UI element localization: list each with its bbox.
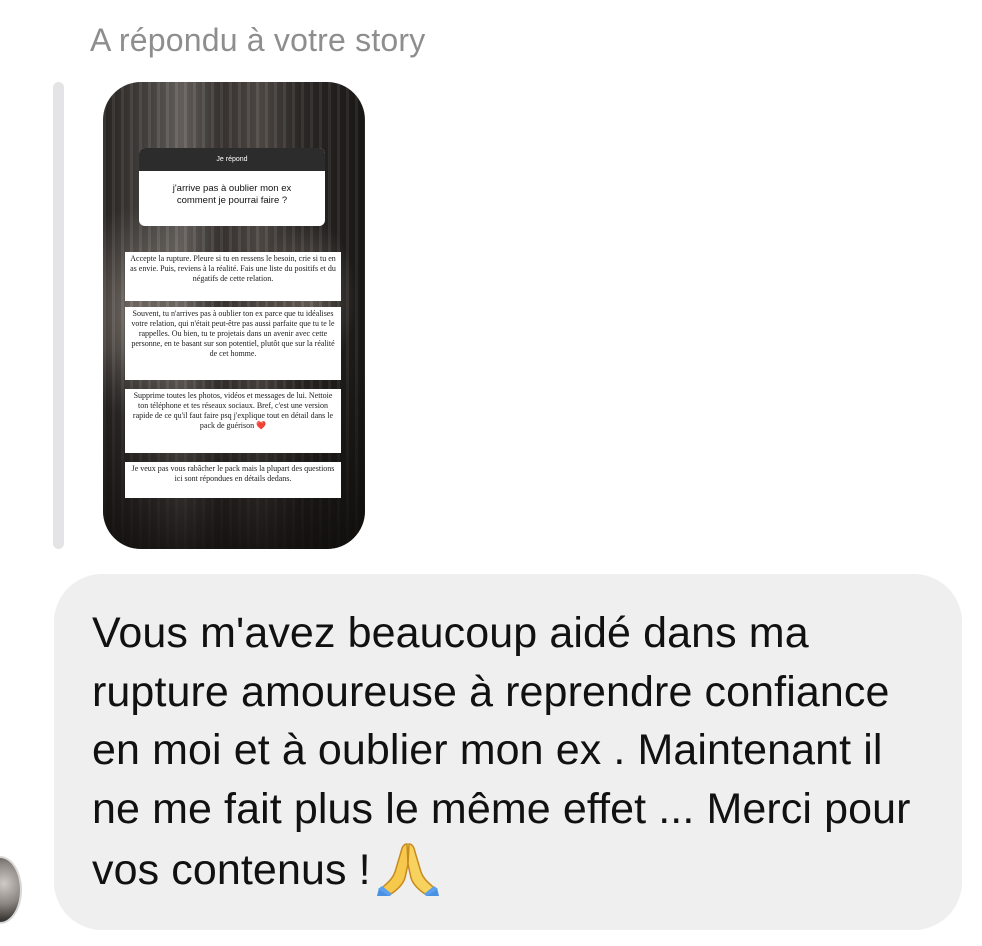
story-text-block: Je veux pas vous rabâcher le pack mais l… — [125, 462, 341, 498]
story-text-block-body: Supprime toutes les photos, vidéos et me… — [132, 391, 334, 430]
story-text-block: Supprime toutes les photos, vidéos et me… — [125, 389, 341, 453]
question-sticker-text: j'arrive pas à oublier mon ex comment je… — [172, 183, 292, 206]
question-sticker-header: Je répond — [139, 148, 325, 171]
reply-quote-bar — [53, 82, 64, 549]
message-bubble[interactable]: Vous m'avez beaucoup aidé dans ma ruptur… — [54, 574, 962, 930]
story-text-block: Souvent, tu n'arrives pas à oublier ton … — [125, 307, 341, 380]
message-text: Vous m'avez beaucoup aidé dans ma ruptur… — [92, 609, 911, 894]
question-sticker: Je répond j'arrive pas à oublier mon ex … — [139, 148, 325, 226]
message-content: Vous m'avez beaucoup aidé dans ma ruptur… — [92, 604, 942, 900]
dm-conversation: A répondu à votre story Je répond j'arri… — [0, 0, 982, 946]
folded-hands-icon — [376, 838, 439, 896]
heart-emoji-icon: ❤️ — [256, 421, 267, 430]
story-thumbnail[interactable]: Je répond j'arrive pas à oublier mon ex … — [103, 82, 365, 549]
sender-avatar[interactable] — [0, 856, 22, 924]
story-reply-label: A répondu à votre story — [90, 22, 426, 58]
story-text-block: Accepte la rupture. Pleure si tu en ress… — [125, 252, 341, 301]
